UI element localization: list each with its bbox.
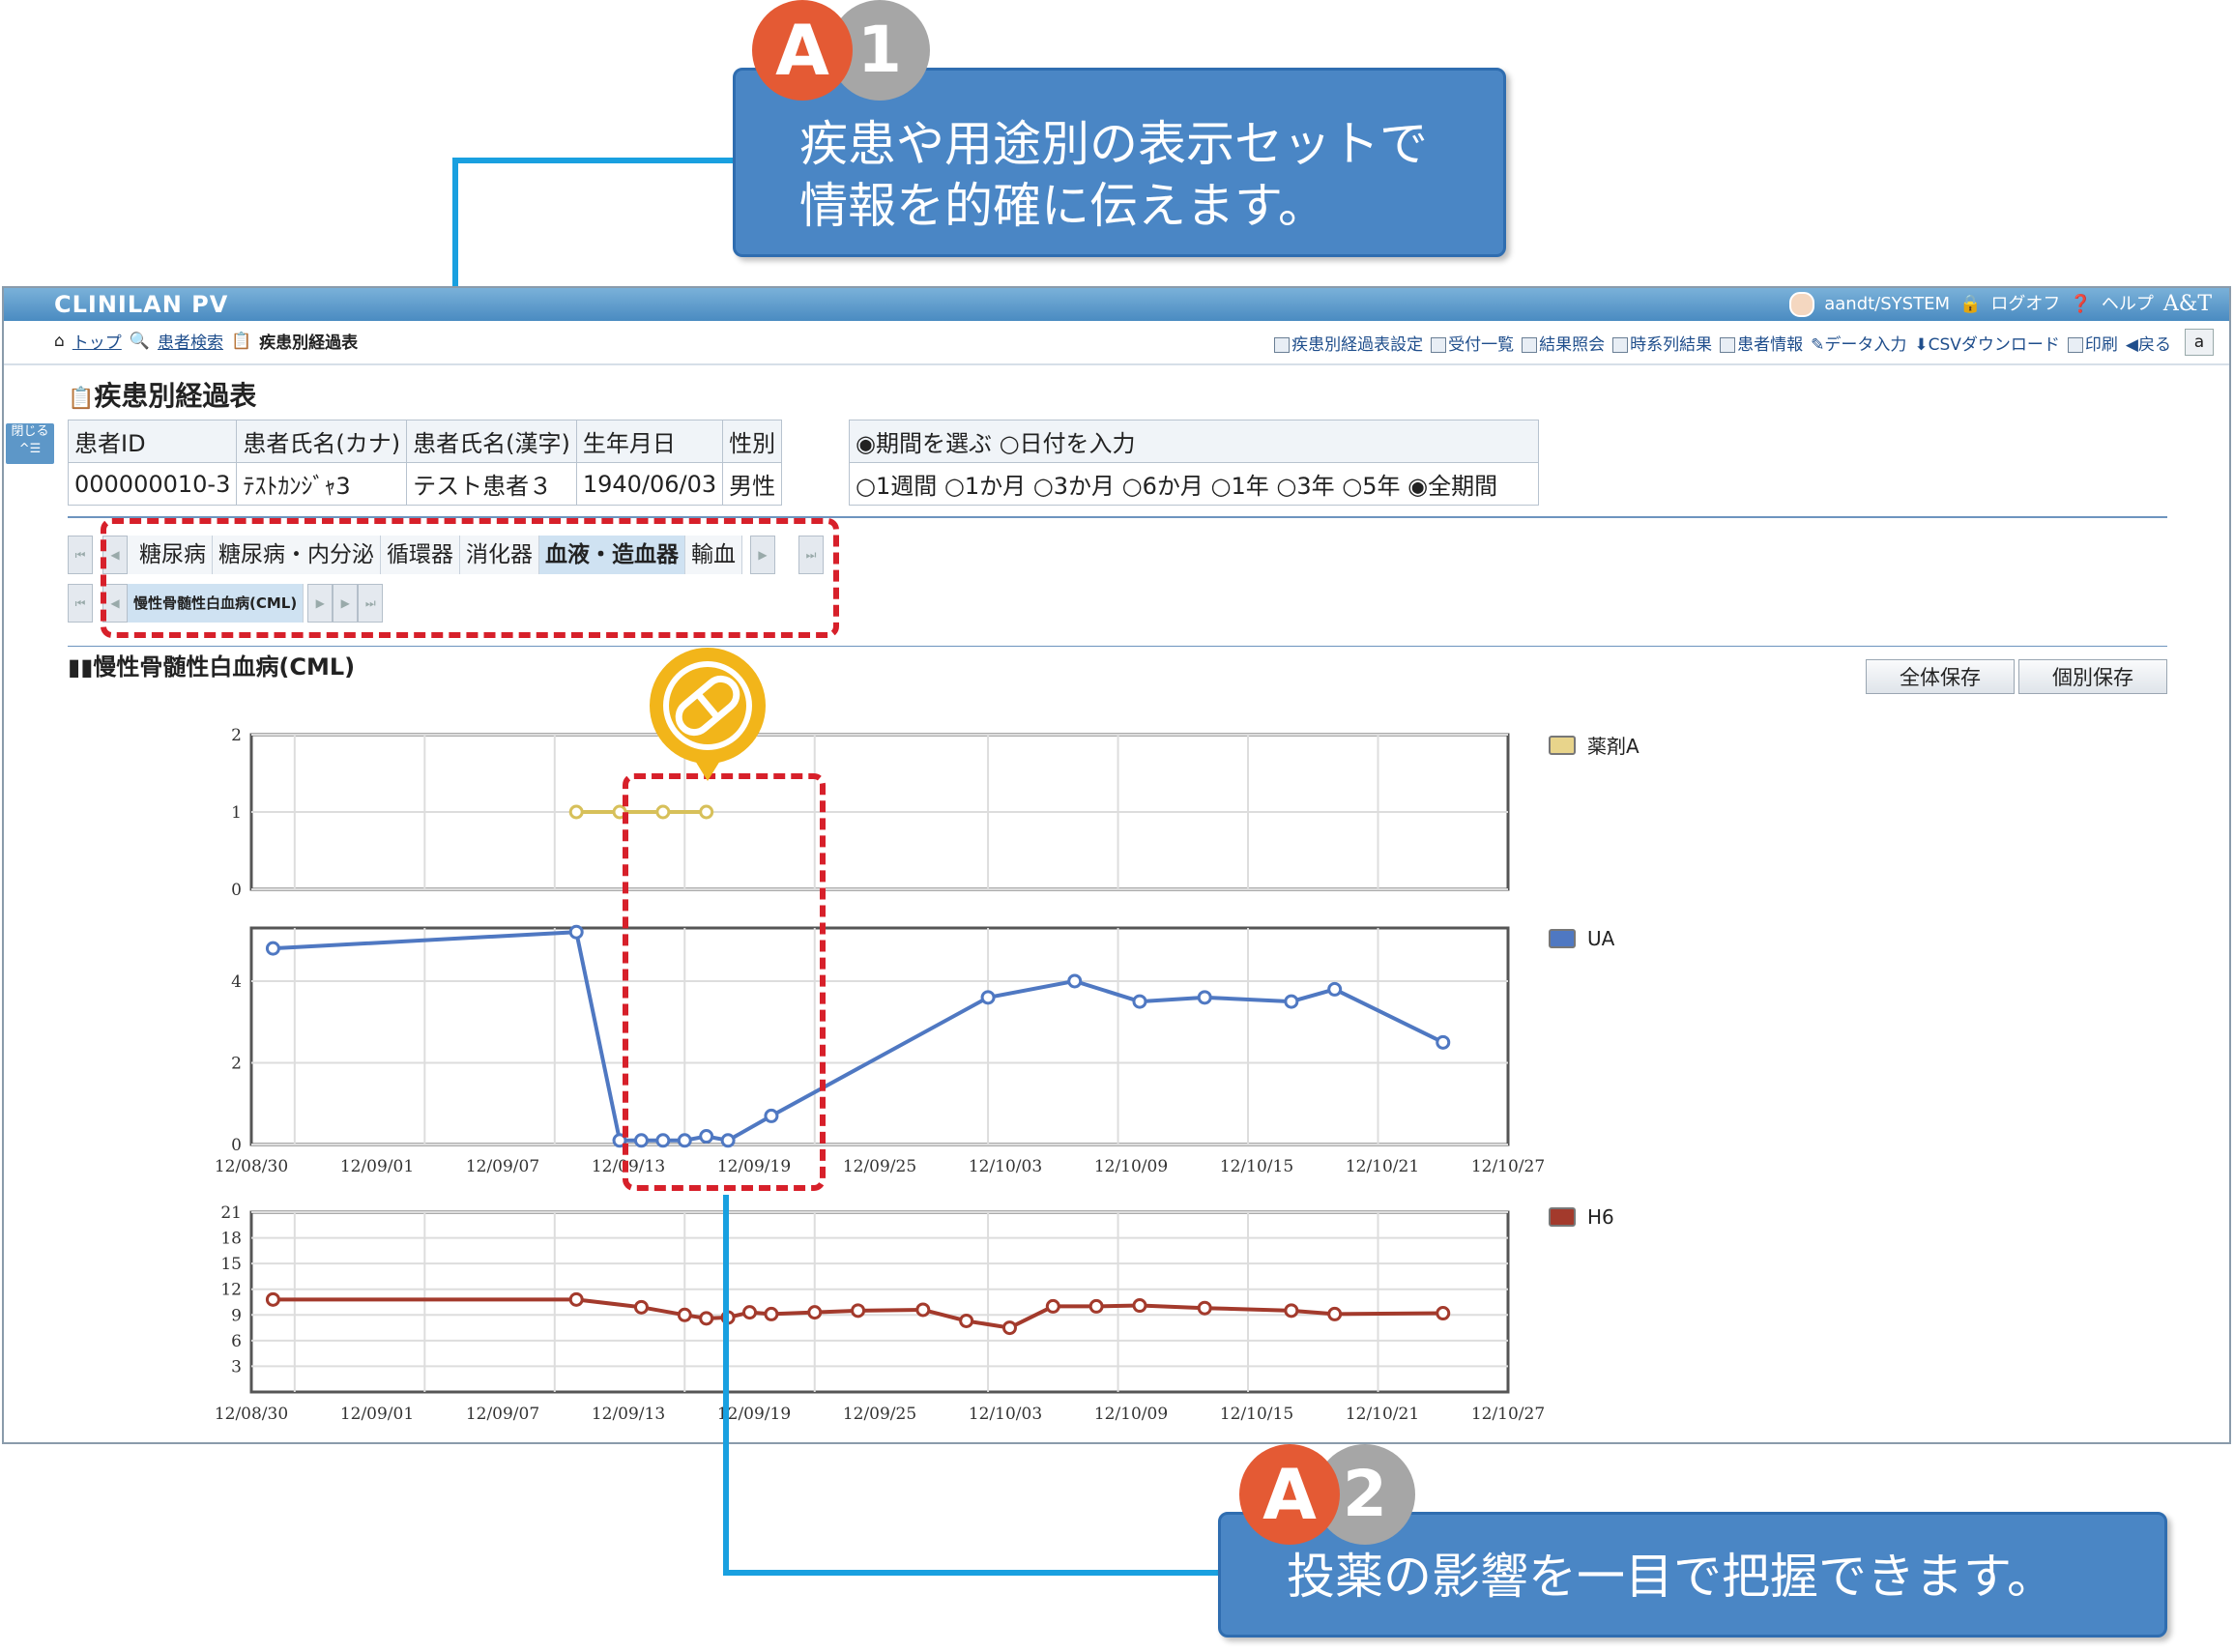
data-point-H6 [633,1299,649,1315]
chart-1-ytick-label: 4 [231,972,242,992]
callout2-connector-horizontal [723,1570,1220,1576]
data-point-UA [1436,1034,1451,1050]
data-point-H6 [1045,1298,1060,1314]
data-point-H6 [915,1302,931,1318]
data-point-H6 [677,1307,692,1322]
legend-drug-a-label: 薬剤A [1587,735,1639,758]
data-point-H6 [959,1313,974,1328]
chart-1-xtick-label: 12/09/01 [340,1157,414,1176]
chart-1-frame [249,926,1510,1146]
chart-1-xtick-label: 12/08/30 [215,1157,288,1176]
chart-2-ytick-label: 6 [231,1332,242,1351]
data-point-H6 [764,1306,779,1321]
data-point-UA [1067,973,1083,989]
chart-2-ytick-label: 3 [231,1357,242,1377]
chart-2-ytick-label: 15 [220,1255,242,1274]
legend-drug-a: 薬剤A [1549,731,1639,759]
chart-0-ytick-label: 2 [231,726,242,745]
data-point-H6 [1436,1306,1451,1321]
data-point-H6 [265,1291,280,1307]
chart-1-xtick-label: 12/09/07 [466,1157,539,1176]
data-point-UA [265,941,280,956]
chart-1-ytick-label: 2 [231,1054,242,1073]
chart-2-xtick-label: 12/09/01 [340,1405,414,1424]
data-point-H6 [699,1311,714,1326]
data-point-H6 [1088,1298,1104,1314]
chart-1-xtick-label: 12/10/03 [969,1157,1042,1176]
data-point-UA [1132,994,1147,1009]
callout2-connector-vertical [723,1195,729,1576]
legend-ua-swatch [1549,929,1576,948]
legend-h6-swatch [1549,1207,1576,1227]
data-point-H6 [1284,1303,1299,1319]
data-point-H6 [742,1305,758,1320]
data-point-H6 [1327,1306,1343,1321]
callout-1-letter-badge: A [752,0,853,101]
data-point-UA [980,990,996,1005]
chart-2-ytick-label: 21 [220,1203,242,1223]
chart-1-xtick-label: 12/10/21 [1346,1157,1419,1176]
app-window: CLINILAN PV aandt/SYSTEM 🔒 ログオフ ❓ ヘルプ A&… [2,286,2231,1444]
chart-2-xtick-label: 12/10/15 [1220,1405,1293,1424]
legend-h6: H6 [1549,1205,1614,1229]
data-point-H6 [568,1291,584,1307]
legend-h6-label: H6 [1587,1205,1614,1229]
chart-2-ytick-label: 12 [220,1281,242,1300]
chart-0-ytick-label: 1 [231,803,242,823]
chart-1-xtick-label: 12/09/25 [843,1157,916,1176]
chart-1-xtick-label: 12/10/09 [1094,1157,1168,1176]
chart-2-xtick-label: 12/10/09 [1094,1405,1168,1424]
data-point-H6 [807,1305,823,1320]
chart-2-ytick-label: 9 [231,1306,242,1325]
drug-effect-highlight-box [623,773,826,1191]
data-point-UA [1327,981,1343,997]
chart-2-xtick-label: 12/10/21 [1346,1405,1419,1424]
chart-1-ytick-label: 0 [231,1136,242,1155]
chart-1-xtick-label: 12/10/27 [1471,1157,1545,1176]
data-point-UA [1197,990,1212,1005]
tab-highlight-box [101,518,839,638]
callout1-connector-horizontal [452,158,735,163]
chart-2-frame [249,1210,1510,1394]
callout-1-line2: 情報を的確に伝えます。 [799,178,1326,234]
pill-marker [650,648,766,781]
chart-2-xtick-label: 12/09/07 [466,1405,539,1424]
callout-2-line1: 投薬の影響を一目で把握できます。 [1287,1549,2055,1605]
callout-1-line1: 疾患や用途別の表示セットで [799,116,1428,172]
callout-1: 疾患や用途別の表示セットで 情報を的確に伝えます。 [733,68,1506,257]
data-point-薬剤A [568,804,584,820]
chart-2-xtick-label: 12/09/13 [592,1405,665,1424]
chart-2-xtick-label: 12/10/27 [1471,1405,1545,1424]
charts-area: 01202412/08/30 12/09/01 12/09/07 12/09/13 12… [215,726,1545,1424]
chart-2-ytick-label: 18 [220,1230,242,1249]
legend-ua: UA [1549,927,1614,950]
data-point-UA [1284,994,1299,1009]
data-point-H6 [1132,1298,1147,1314]
chart-2-xtick-label: 12/08/30 [215,1405,288,1424]
data-point-H6 [1197,1300,1212,1316]
chart-2-xtick-label: 12/10/03 [969,1405,1042,1424]
chart-1-xtick-label: 12/10/15 [1220,1157,1293,1176]
callout-2-letter-badge: A [1239,1444,1340,1545]
chart-2-xtick-label: 12/09/25 [843,1405,916,1424]
data-point-UA [568,924,584,940]
legend-drug-a-swatch [1549,735,1576,755]
chart-0-ytick-label: 0 [231,881,242,900]
data-point-H6 [1001,1320,1017,1336]
data-point-H6 [851,1303,866,1319]
legend-ua-label: UA [1587,927,1615,950]
